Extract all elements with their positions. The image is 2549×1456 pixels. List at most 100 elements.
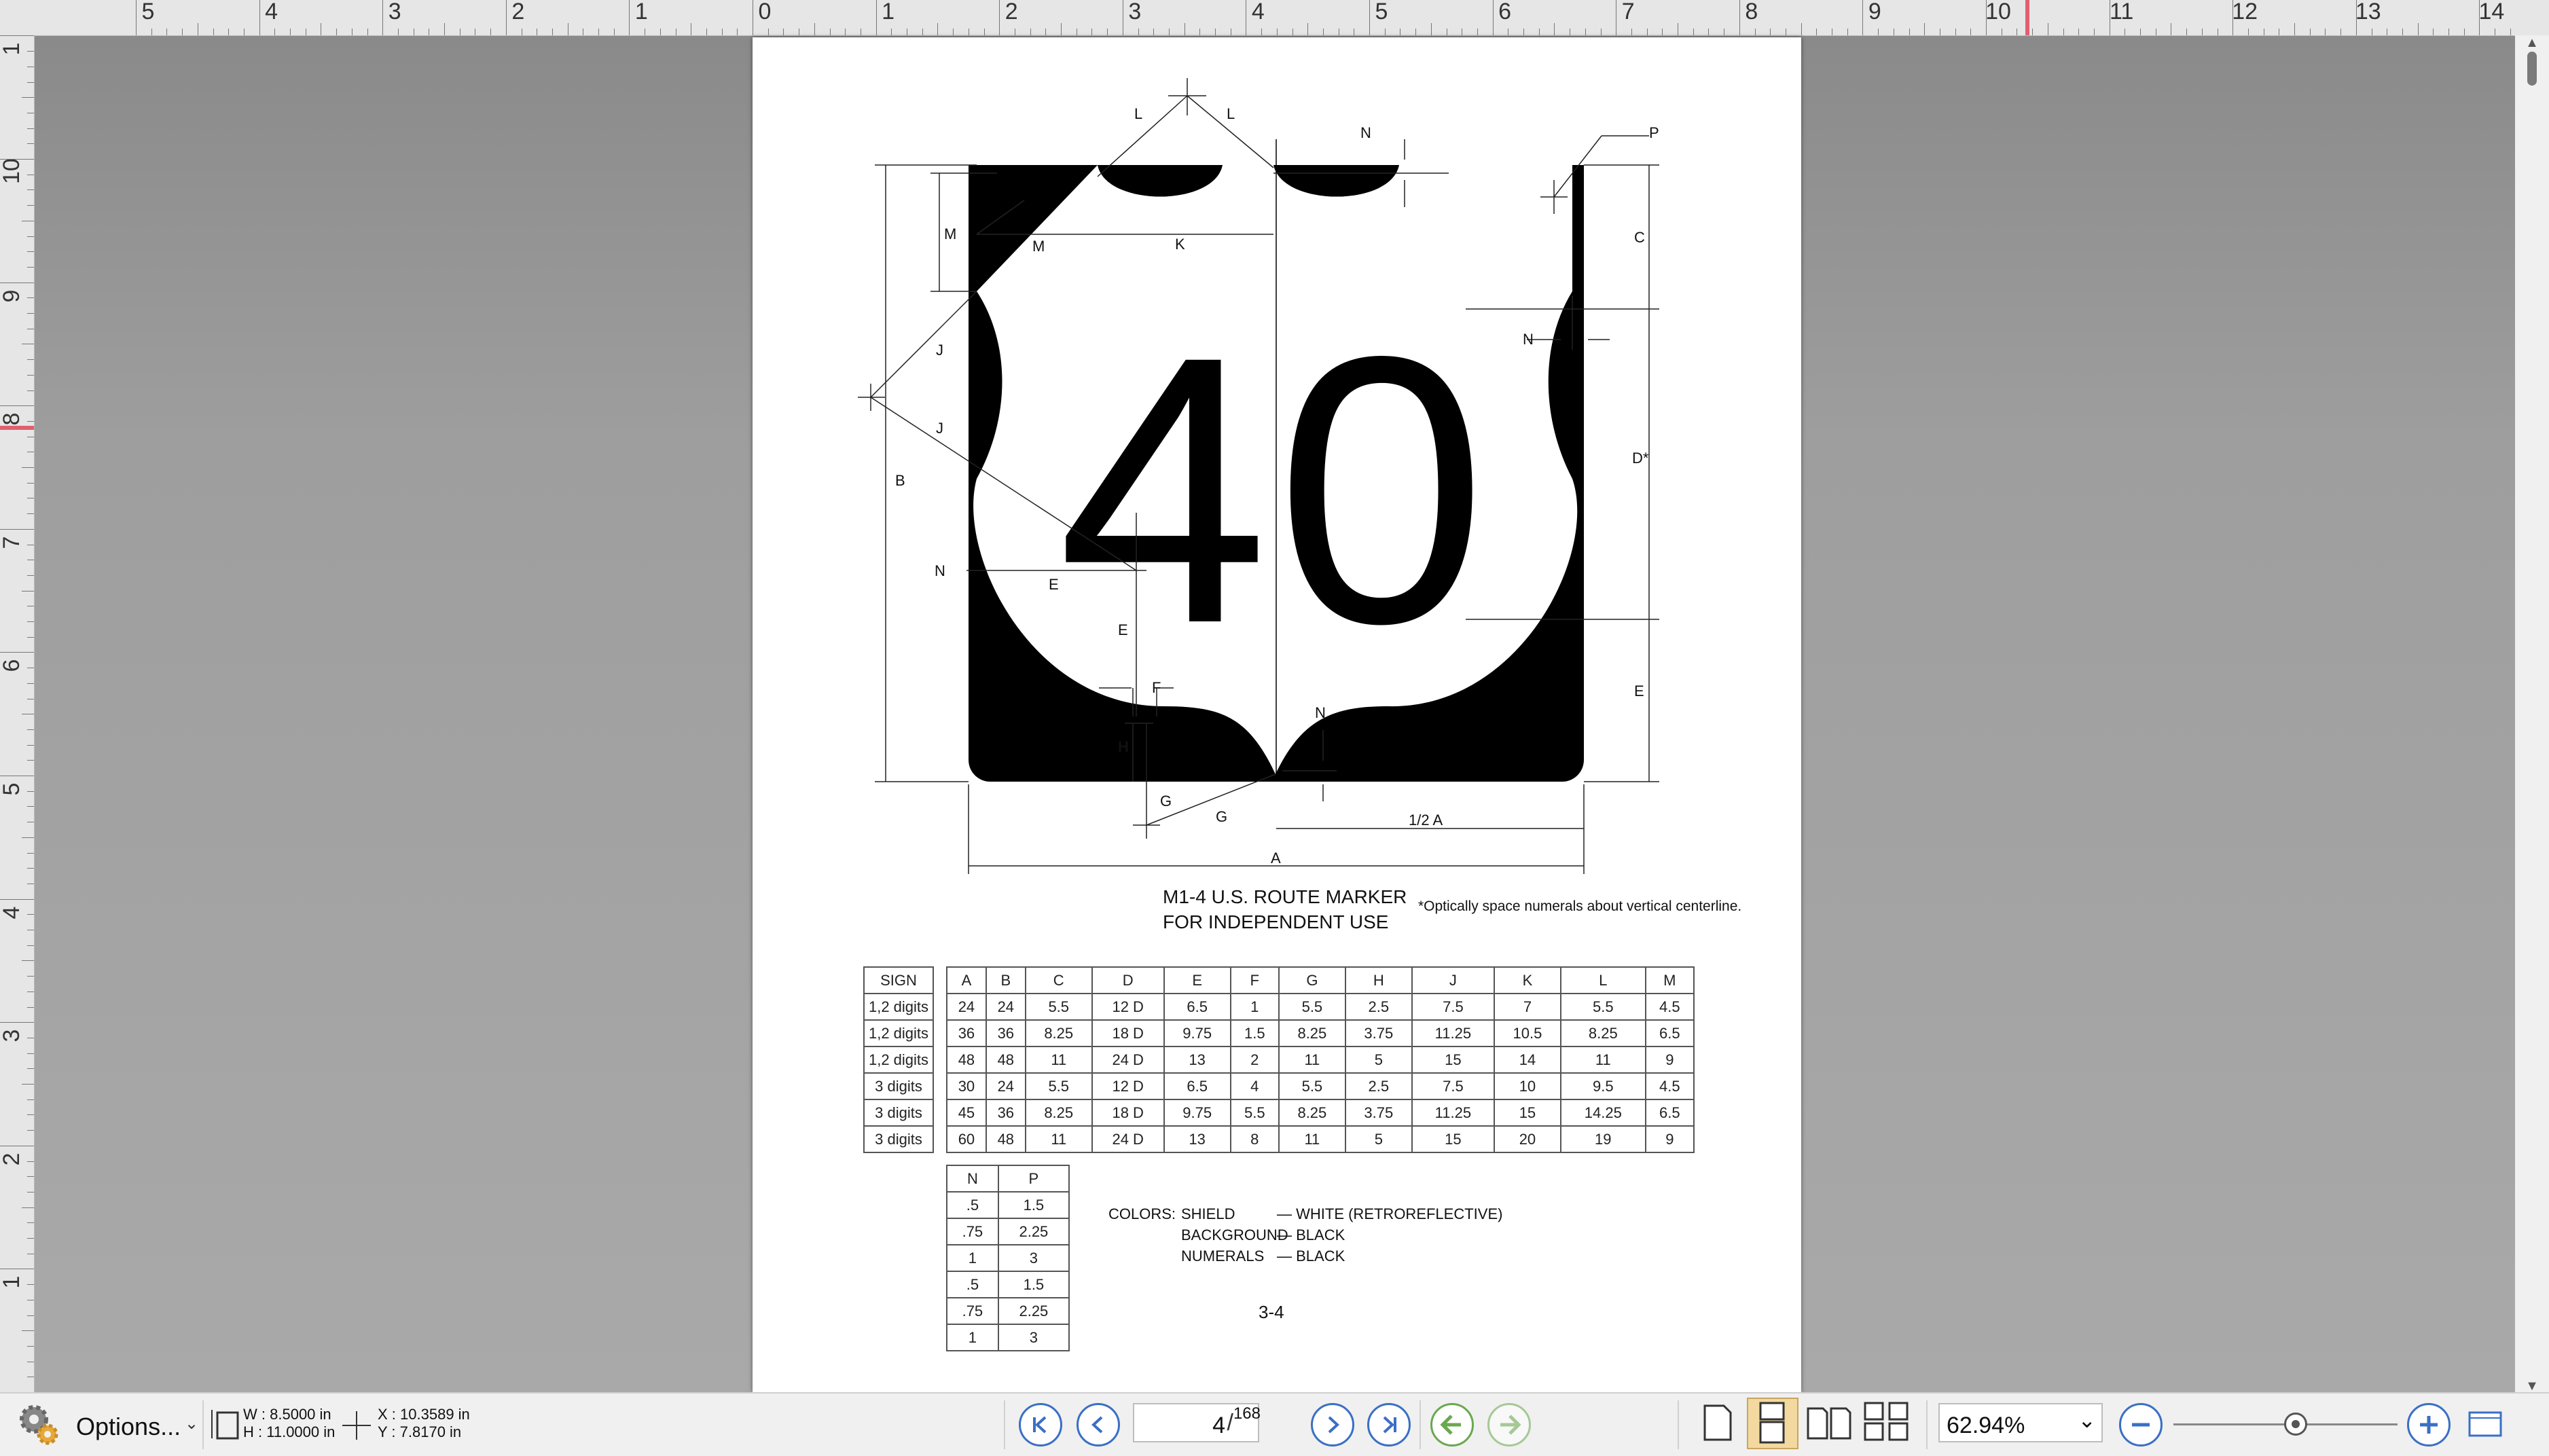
ruler-tick [1662, 29, 1663, 35]
ruler-tick [27, 236, 34, 237]
vertical-scrollbar[interactable]: ▲ ▼ [2515, 35, 2549, 1394]
toolbar-separator [1004, 1400, 1005, 1449]
page-size-icon [211, 1410, 239, 1440]
dim-label-N-top: N [1360, 124, 1371, 141]
ruler-label: 12 [2232, 0, 2258, 24]
ruler-label: 9 [0, 289, 24, 303]
ruler-tick [27, 313, 34, 314]
first-page-icon [1033, 1416, 1047, 1434]
options-button[interactable]: Options... ⌄ [15, 1403, 198, 1445]
ruler-tick [1554, 23, 1555, 35]
zoom-slider[interactable] [2173, 1407, 2398, 1441]
ruler-tick [136, 0, 137, 35]
ruler-tick [27, 1222, 34, 1224]
next-page-button[interactable] [1311, 1403, 1354, 1446]
grid-view-icon[interactable] [1861, 1400, 1913, 1442]
table-cell: 1,2 digits [863, 1046, 934, 1074]
table-cell: 1 [946, 1324, 999, 1351]
ruler-tick [1986, 0, 1987, 35]
page-number-input[interactable]: 4 / 168 [1133, 1403, 1261, 1442]
scroll-down-icon[interactable]: ▼ [2523, 1379, 2541, 1394]
ruler-tick [290, 29, 291, 35]
ruler-tick [27, 205, 34, 206]
ruler-tick [1878, 29, 1879, 35]
pdf-page[interactable]: 40 L L N P M M K C N J J B D* N E E E F … [753, 37, 1801, 1392]
ruler-tick [2340, 29, 2342, 35]
ruler-label: 3 [1128, 0, 1142, 24]
zoom-out-button[interactable] [2119, 1403, 2163, 1446]
last-page-icon [1383, 1416, 1396, 1434]
table-cell: 36 [946, 1019, 987, 1047]
ruler-tick [27, 266, 34, 268]
previous-page-button[interactable] [1077, 1403, 1120, 1446]
table-cell: 11.25 [1411, 1099, 1495, 1127]
table-cell: 8.25 [1278, 1019, 1346, 1047]
back-button[interactable] [1430, 1403, 1474, 1446]
last-page-button[interactable] [1367, 1403, 1411, 1446]
dim-label-G2: G [1216, 808, 1228, 825]
chevron-down-icon: ⌄ [185, 1415, 199, 1433]
ruler-label: 1 [0, 1275, 24, 1289]
ruler-tick [382, 0, 384, 35]
ruler-tick [629, 0, 630, 35]
ruler-tick [1538, 29, 1540, 35]
table-row: .75 2.25 [946, 1297, 1070, 1325]
table-cell: 13 [1163, 1046, 1231, 1074]
table-header-cell: L [1559, 966, 1646, 994]
fit-window-icon[interactable] [2464, 1403, 2506, 1445]
table-cell: .5 [946, 1191, 999, 1219]
table-cell: 7.5 [1411, 1072, 1495, 1100]
table-cell: 36 [985, 1019, 1026, 1047]
ruler-marker [0, 426, 34, 430]
zoom-select[interactable]: 62.94% ⌄ [1938, 1403, 2103, 1442]
dim-label-H: H [1118, 738, 1129, 755]
ruler-tick [1477, 29, 1478, 35]
ruler-label: 5 [0, 782, 24, 796]
ruler-tick [2032, 29, 2033, 35]
zoom-in-button[interactable] [2407, 1403, 2451, 1446]
facing-pages-icon[interactable] [1804, 1402, 1856, 1444]
ruler-tick [1153, 29, 1155, 35]
ruler-tick [1646, 29, 1648, 35]
table-cell: 10.5 [1493, 1019, 1561, 1047]
continuous-view-button[interactable] [1747, 1398, 1798, 1449]
table-cell: 4.5 [1644, 993, 1695, 1021]
ruler-tick [27, 790, 34, 792]
scrollbar-thumb[interactable] [2527, 52, 2537, 86]
table-cell: 9.75 [1163, 1099, 1231, 1127]
first-page-button[interactable] [1019, 1403, 1062, 1446]
table-row: .75 2.25 [946, 1218, 1070, 1245]
page-separator: / [1227, 1410, 1233, 1436]
ruler-label: 1 [882, 0, 895, 24]
single-page-icon[interactable] [1697, 1402, 1739, 1444]
table-cell: 8.25 [1559, 1019, 1646, 1047]
ruler-tick [1770, 29, 1771, 35]
ruler-label: 8 [1745, 0, 1758, 24]
zoom-slider-knob[interactable] [2283, 1413, 2307, 1436]
table-cell: .75 [946, 1218, 999, 1245]
page-total: 168 [1233, 1404, 1261, 1423]
scroll-up-icon[interactable]: ▲ [2523, 35, 2541, 50]
ruler-tick [490, 29, 492, 35]
ruler-tick [27, 143, 34, 145]
ruler-tick [1970, 29, 1972, 35]
table-cell: 13 [1163, 1125, 1231, 1153]
ruler-tick [274, 29, 276, 35]
horizontal-ruler[interactable]: 5 4 3 2 1 0 1 2 3 4 5 6 7 8 9 10 11 12 13 14 [0, 0, 2549, 36]
ruler-tick [27, 482, 34, 484]
ruler-tick [1215, 29, 1216, 35]
vertical-ruler[interactable]: 1109876543210 [0, 35, 35, 1412]
table-cell: 11 [1024, 1125, 1093, 1153]
table-cell: 24 [985, 993, 1026, 1021]
table-cell: 10 [1493, 1072, 1561, 1100]
dim-label-B: B [895, 472, 905, 489]
table-cell: 11 [1278, 1125, 1346, 1153]
ruler-tick [1276, 29, 1278, 35]
dim-label-N-left: N [935, 562, 945, 579]
forward-button[interactable] [1487, 1403, 1531, 1446]
ruler-label: 4 [265, 0, 278, 24]
table-cell: 3 digits [863, 1125, 934, 1153]
ruler-tick [27, 251, 34, 253]
color-value: — WHITE (RETROREFLECTIVE) [1277, 1205, 1503, 1222]
ruler-tick [2063, 29, 2064, 35]
